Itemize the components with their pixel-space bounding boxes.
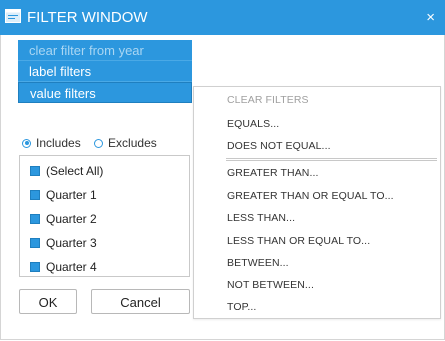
- menu-item-top[interactable]: TOP...: [227, 301, 256, 313]
- menu-item-not-between[interactable]: NOT BETWEEN...: [227, 279, 314, 291]
- menu-item-greater-than-or-equal[interactable]: GREATER THAN OR EQUAL TO...: [227, 190, 394, 202]
- menu-item-equals[interactable]: EQUALS...: [227, 118, 279, 130]
- label-filters-item[interactable]: label filters: [18, 61, 192, 82]
- window-icon: [5, 9, 21, 23]
- menu-item-greater-than[interactable]: GREATER THAN...: [227, 167, 319, 179]
- menu-item-less-than-or-equal[interactable]: LESS THAN OR EQUAL TO...: [227, 235, 370, 247]
- checkbox-quarter-3[interactable]: [30, 238, 40, 248]
- list-item[interactable]: Quarter 1: [30, 188, 97, 202]
- list-item[interactable]: (Select All): [30, 164, 103, 178]
- menu-item-between[interactable]: BETWEEN...: [227, 257, 289, 269]
- checkbox-quarter-1[interactable]: [30, 190, 40, 200]
- quarter-4-label: Quarter 4: [46, 260, 97, 274]
- title-bar: FILTER WINDOW ×: [0, 0, 445, 35]
- quarter-2-label: Quarter 2: [46, 212, 97, 226]
- filter-type-menu: clear filter from year label filters val…: [18, 40, 192, 103]
- value-filter-condition-menu: CLEAR FILTERS EQUALS... DOES NOT EQUAL..…: [193, 86, 441, 319]
- includes-radio-dot[interactable]: [22, 138, 31, 148]
- checkbox-quarter-4[interactable]: [30, 262, 40, 272]
- list-item[interactable]: Quarter 3: [30, 236, 97, 250]
- value-checklist: (Select All) Quarter 1 Quarter 2 Quarter…: [19, 155, 190, 277]
- excludes-label: Excludes: [108, 136, 157, 150]
- ok-button[interactable]: OK: [19, 289, 77, 314]
- list-item[interactable]: Quarter 2: [30, 212, 97, 226]
- includes-label: Includes: [36, 136, 81, 150]
- excludes-radio-dot[interactable]: [94, 138, 104, 148]
- quarter-1-label: Quarter 1: [46, 188, 97, 202]
- quarter-3-label: Quarter 3: [46, 236, 97, 250]
- checkbox-select-all[interactable]: [30, 166, 40, 176]
- cancel-button[interactable]: Cancel: [91, 289, 190, 314]
- include-exclude-group: Includes Excludes: [22, 136, 167, 151]
- list-item[interactable]: Quarter 4: [30, 260, 97, 274]
- clear-filter-from-year-item[interactable]: clear filter from year: [18, 40, 192, 61]
- menu-item-does-not-equal[interactable]: DOES NOT EQUAL...: [227, 140, 331, 152]
- close-button[interactable]: ×: [426, 0, 435, 35]
- menu-item-less-than[interactable]: LESS THAN...: [227, 212, 295, 224]
- value-filters-item[interactable]: value filters: [18, 82, 192, 103]
- menu-item-clear-filters: CLEAR FILTERS: [227, 94, 309, 106]
- excludes-radio[interactable]: Excludes: [94, 136, 157, 150]
- checkbox-quarter-2[interactable]: [30, 214, 40, 224]
- window-title: FILTER WINDOW: [27, 9, 148, 26]
- select-all-label: (Select All): [46, 164, 104, 178]
- menu-separator: [226, 158, 437, 161]
- includes-radio[interactable]: Includes: [22, 136, 81, 150]
